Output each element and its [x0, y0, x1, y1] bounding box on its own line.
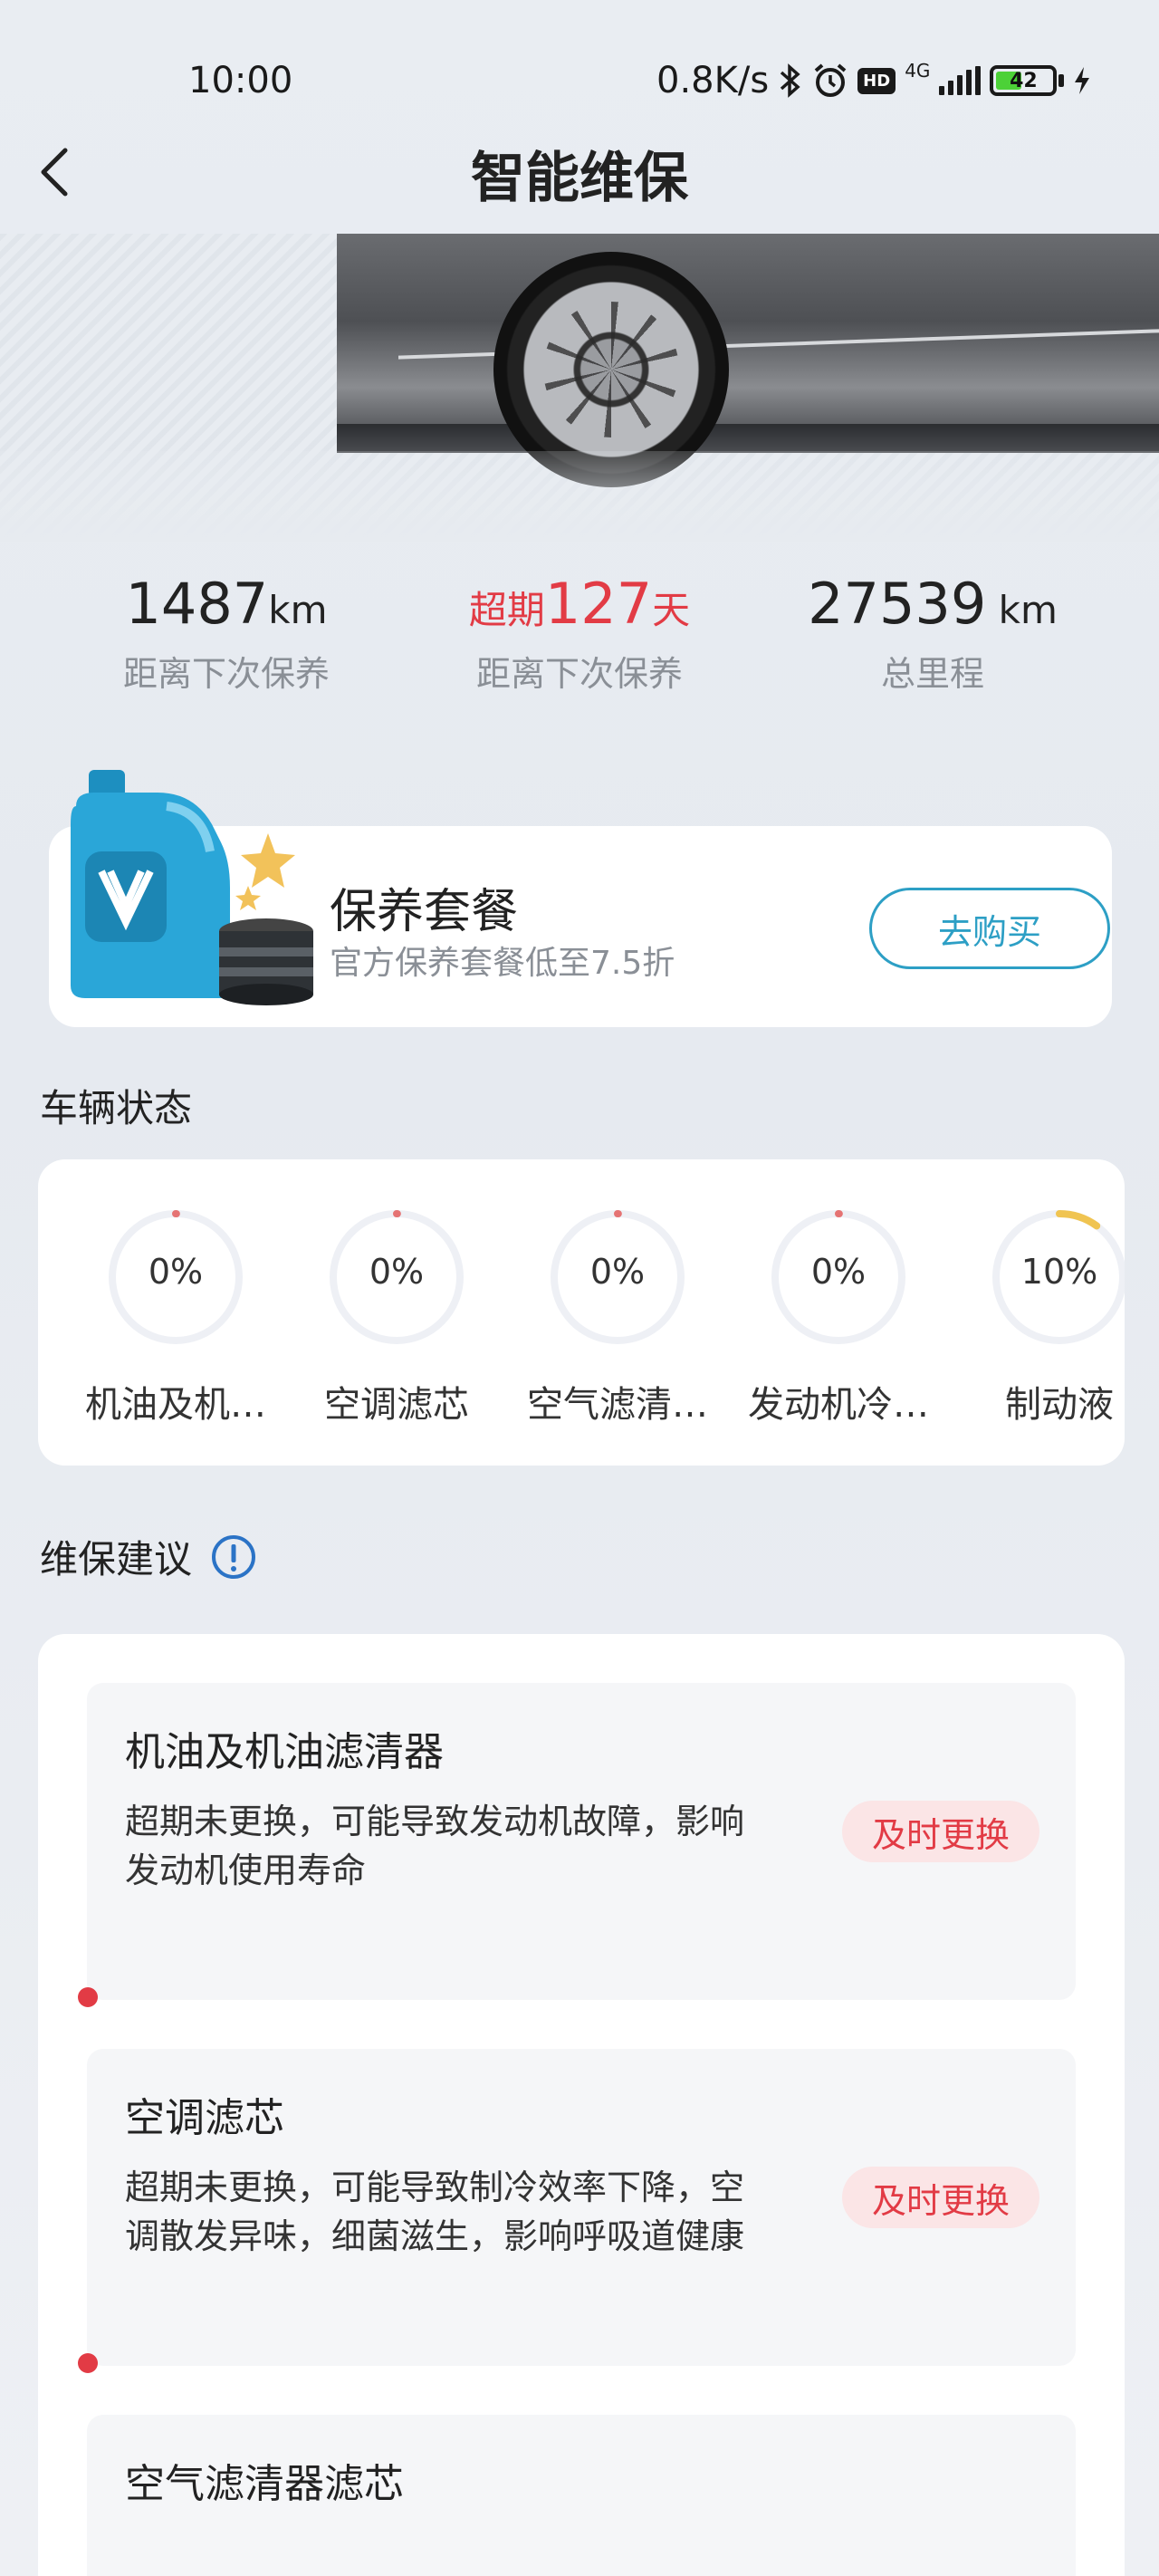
stat-value: 1487	[125, 571, 269, 637]
bluetooth-icon	[778, 63, 803, 98]
alert-dot	[78, 1987, 98, 2007]
buy-button[interactable]: 去购买	[869, 888, 1110, 969]
advice-item-title: 空调滤芯	[125, 2095, 284, 2141]
replace-now-tag: 及时更换	[842, 1801, 1039, 1862]
stat-unit: 天	[652, 588, 691, 632]
package-subtitle: 官方保养套餐低至7.5折	[330, 945, 675, 982]
net-speed: 0.8K/s	[656, 60, 770, 101]
advice-item-title: 机油及机油滤清器	[125, 1729, 444, 1775]
stat-value: 127	[544, 571, 653, 637]
status-icons: 0.8K/s HD 4G 42	[656, 60, 1091, 101]
advice-title: 维保建议	[40, 1537, 193, 1581]
advice-item[interactable]: 空调滤芯 超期未更换，可能导致制冷效率下降，空调散发异味，细菌滋生，影响呼吸道健…	[78, 2049, 1076, 2373]
stat-label: 距离下次保养	[475, 654, 683, 694]
info-icon[interactable]	[210, 1533, 257, 1581]
gauge-label: 发动机冷…	[748, 1384, 929, 1426]
gauge-engine-coolant[interactable]: 0% 发动机冷…	[728, 1205, 949, 1427]
battery-level: 42	[1010, 69, 1038, 92]
alert-dot	[78, 2353, 98, 2373]
stat-value: 27539	[808, 571, 987, 637]
gauge-percent: 0%	[369, 1252, 425, 1292]
advice-item-title: 空气滤清器滤芯	[125, 2461, 404, 2507]
stat-total-mileage: 27539 km 总里程	[752, 571, 1114, 696]
replace-now-tag: 及时更换	[842, 2167, 1039, 2228]
advice-item[interactable]: 空气滤清器滤芯	[87, 2415, 1076, 2576]
stat-unit: km	[986, 588, 1058, 632]
stat-overdue-days: 超期127天 距离下次保养	[398, 571, 761, 696]
engine-oil-icon	[71, 770, 313, 1005]
advice-item-desc: 超期未更换，可能导致制冷效率下降，空调散发异味，细菌滋生，影响呼吸道健康	[125, 2167, 745, 2256]
gauge-percent: 0%	[810, 1252, 867, 1292]
gauge-brake-fluid[interactable]: 10% 制动液	[949, 1205, 1125, 1427]
stat-unit: km	[268, 588, 328, 632]
gauge-label: 制动液	[1005, 1384, 1114, 1426]
gauge-percent: 10%	[1020, 1252, 1098, 1292]
stat-prefix: 超期	[468, 588, 545, 632]
battery-tip	[1058, 74, 1065, 87]
vehicle-status-title: 车辆状态	[40, 1086, 193, 1130]
advice-header: 维保建议	[40, 1529, 257, 1584]
advice-item[interactable]: 机油及机油滤清器 超期未更换，可能导致发动机故障，影响发动机使用寿命 及时更换	[78, 1683, 1076, 2007]
alarm-icon	[812, 62, 848, 99]
stat-next-km: 1487km 距离下次保养	[45, 571, 407, 696]
network-type: 4G	[905, 60, 931, 82]
stat-label: 距离下次保养	[122, 654, 330, 694]
gauge-ac-filter[interactable]: 0% 空调滤芯	[286, 1205, 507, 1427]
vehicle-status-card[interactable]: 0% 机油及机… 0% 空调滤芯 0% 空气滤清… 0% 发动机冷… 10% 制…	[38, 1159, 1125, 1466]
gauge-air-filter[interactable]: 0% 空气滤清…	[507, 1205, 728, 1427]
car-banner-image	[0, 234, 1159, 542]
status-bar: 10:00 0.8K/s HD 4G 42	[0, 0, 1159, 154]
gauge-oil-filter[interactable]: 0% 机油及机…	[65, 1205, 286, 1427]
advice-card: 机油及机油滤清器 超期未更换，可能导致发动机故障，影响发动机使用寿命 及时更换 …	[38, 1634, 1125, 2576]
stat-label: 总里程	[880, 654, 984, 694]
maintenance-stats: 1487km 距离下次保养 超期127天 距离下次保养 27539 km 总里程	[0, 571, 1159, 716]
gauge-label: 机油及机…	[85, 1384, 266, 1426]
gauge-label: 空调滤芯	[324, 1384, 469, 1426]
page-title: 智能维保	[471, 147, 688, 210]
hd-badge: HD	[857, 67, 896, 94]
status-time: 10:00	[188, 60, 293, 101]
signal-icon	[939, 66, 982, 95]
gauge-percent: 0%	[589, 1252, 646, 1292]
battery-icon: 42	[990, 65, 1058, 96]
gauge-label: 空气滤清…	[527, 1384, 708, 1426]
gauge-percent: 0%	[148, 1252, 204, 1292]
advice-item-desc: 超期未更换，可能导致发动机故障，影响发动机使用寿命	[125, 1802, 745, 1890]
package-title: 保养套餐	[330, 885, 519, 939]
charging-icon	[1073, 65, 1091, 96]
